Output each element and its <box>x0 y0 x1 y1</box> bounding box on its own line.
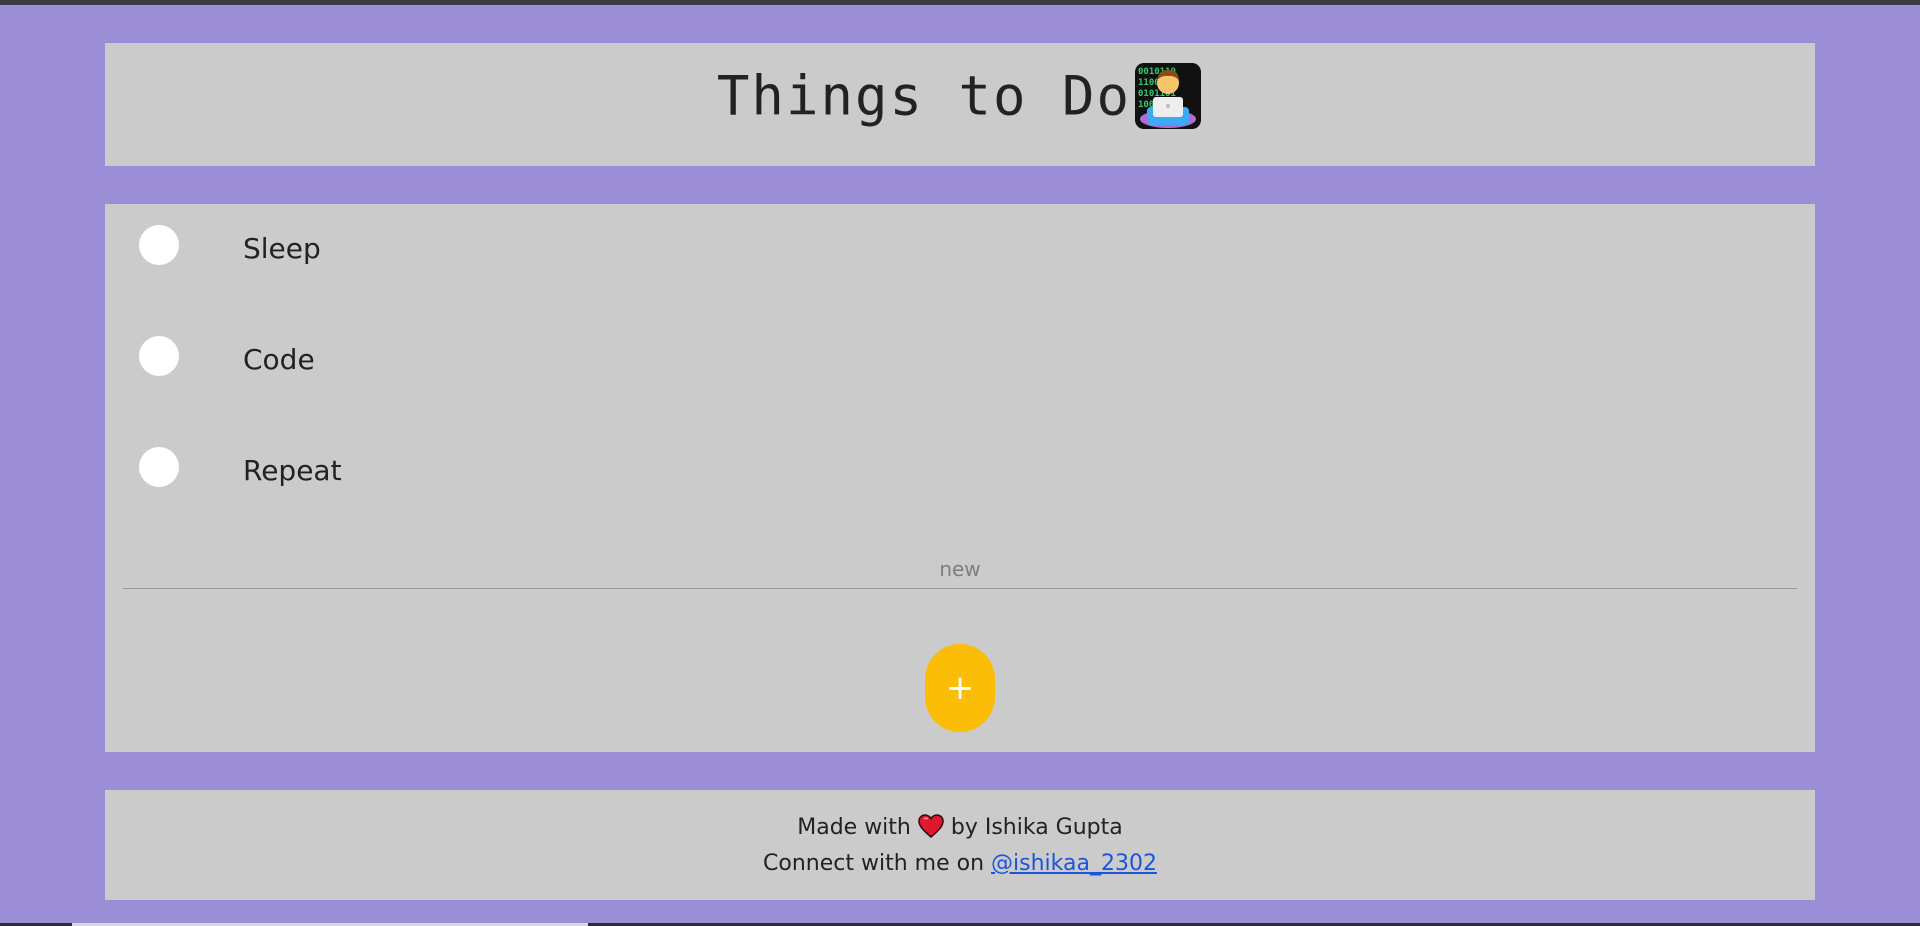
footer-connect: Connect with me on @ishikaa_2302 <box>105 851 1815 876</box>
task-label: Sleep <box>243 232 321 265</box>
page-title-row: Things to Do 0010110 1100010 0101101 100… <box>105 61 1815 131</box>
technologist-icon: 0010110 1100010 0101101 1001110 <box>1135 63 1202 129</box>
header-panel: Things to Do 0010110 1100010 0101101 100… <box>105 43 1815 166</box>
footer-connect-text: Connect with me on <box>763 851 985 876</box>
task-checkbox[interactable] <box>139 225 179 265</box>
task-checkbox[interactable] <box>139 447 179 487</box>
heart-icon <box>918 814 944 839</box>
footer-credit: Made with by Ishika Gupta <box>105 814 1815 841</box>
footer-author-text: by Ishika Gupta <box>950 815 1123 840</box>
add-item-button[interactable]: + <box>925 644 995 732</box>
task-item-sleep: Sleep <box>105 204 1815 265</box>
footer-made-with-text: Made with <box>797 815 911 840</box>
task-item-repeat: Repeat <box>105 426 1815 487</box>
task-label: Repeat <box>243 454 342 487</box>
task-checkbox[interactable] <box>139 336 179 376</box>
task-item-code: Code <box>105 315 1815 376</box>
new-item-input[interactable] <box>123 549 1797 589</box>
todo-list-panel: Sleep Code Repeat + <box>105 204 1815 752</box>
task-label: Code <box>243 343 315 376</box>
footer-panel: Made with by Ishika Gupta Connect with m… <box>105 790 1815 900</box>
social-handle-link[interactable]: @ishikaa_2302 <box>991 851 1157 876</box>
browser-top-edge <box>0 0 1920 5</box>
page-title: Things to Do <box>716 64 1132 128</box>
